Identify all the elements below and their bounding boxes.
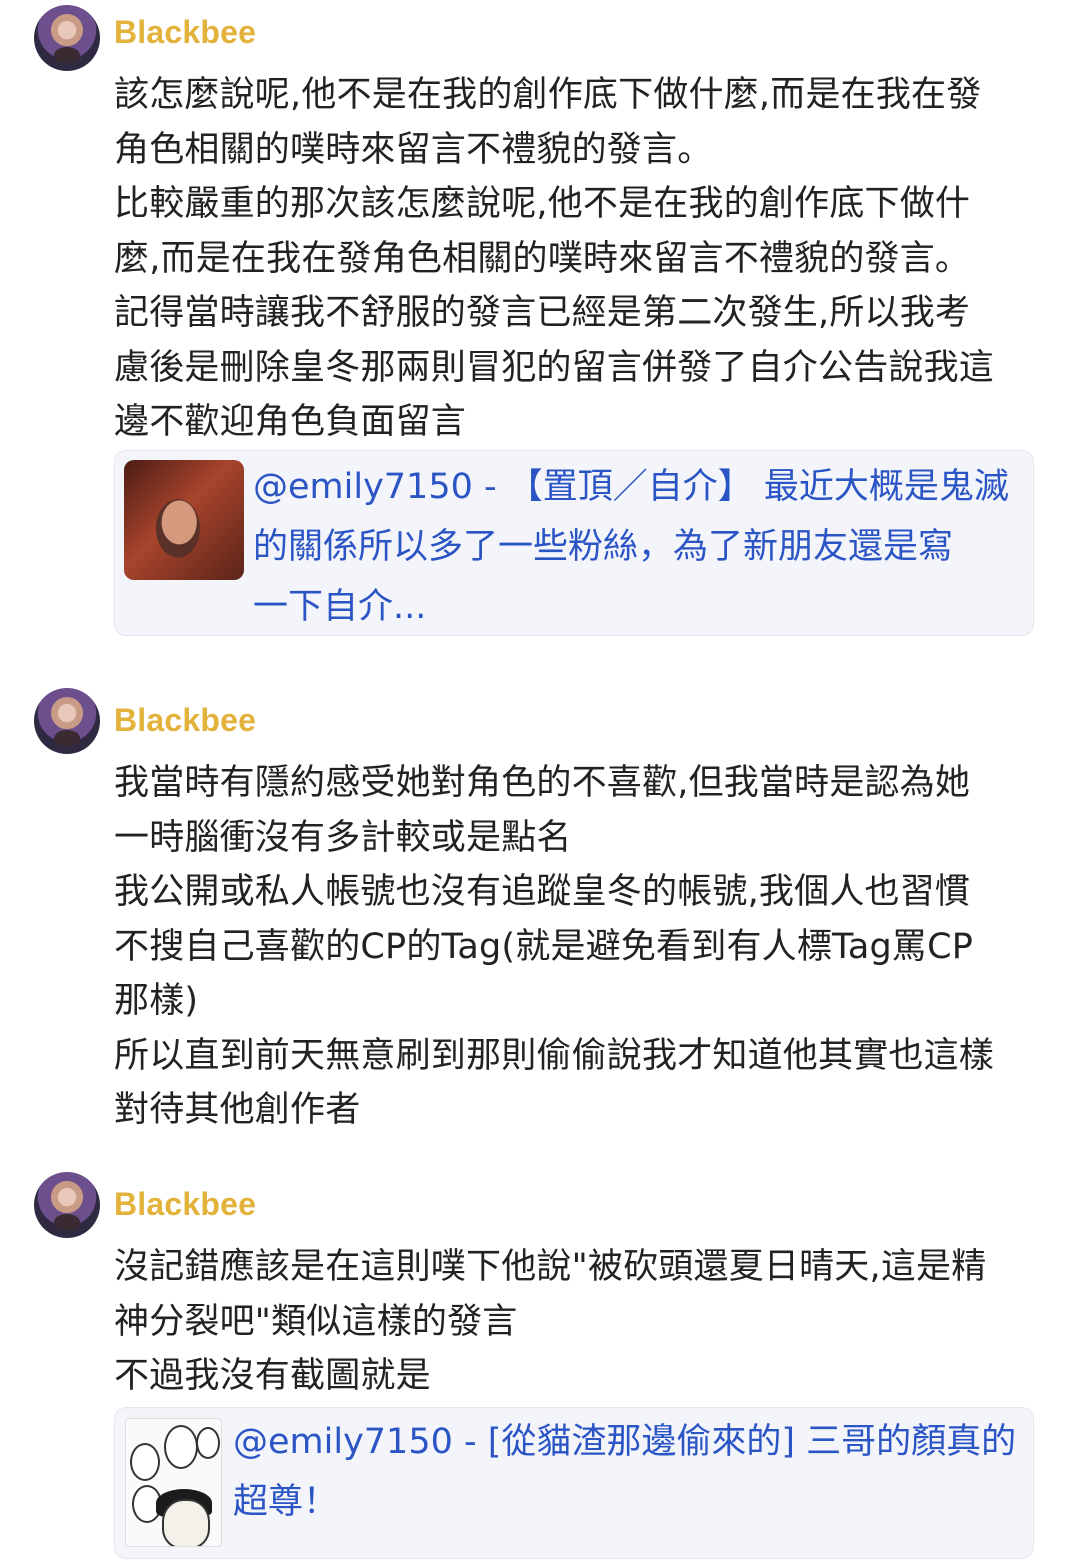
- message-line: 對待其他創作者: [114, 1090, 361, 1130]
- manga-thumbnail: [125, 1418, 222, 1547]
- message-line: 我當時有隱約感受她對角色的不喜歡,但我當時是認為她: [114, 763, 971, 803]
- message-line: 一時腦衝沒有多計較或是點名: [114, 817, 572, 858]
- message-line: 不搜自己喜歡的CP的Tag(就是避免看到有人標Tag罵CP: [114, 926, 974, 967]
- quote-line: @emily7150 - [從貓渣那邊偷來的] 三哥的顏真的: [233, 1422, 1017, 1462]
- message-line: 麼,而是在我在發角色相關的噗時來留言不禮貌的發言。: [114, 238, 971, 279]
- quote-line: 一下自介...: [253, 587, 427, 627]
- message-line: 記得當時讓我不舒服的發言已經是第二次發生,所以我考: [114, 293, 971, 333]
- message-line: 慮後是刪除皇冬那兩則冒犯的留言併發了自介公告說我這: [114, 347, 995, 388]
- message-line: 我公開或私人帳號也沒有追蹤皇冬的帳號,我個人也習慣: [114, 872, 971, 912]
- quote-line: 的關係所以多了一些粉絲，為了新朋友還是寫: [253, 527, 954, 567]
- avatar[interactable]: [34, 1172, 100, 1238]
- message-line: 所以直到前天無意刷到那則偷偷說我才知道他其實也這樣: [114, 1035, 995, 1076]
- message-line: 比較嚴重的那次該怎麼說呢,他不是在我的創作底下做什: [114, 184, 971, 224]
- photo-thumbnail: [124, 460, 244, 580]
- quote-line: 超尊！: [233, 1482, 339, 1522]
- username[interactable]: Blackbee: [114, 1186, 256, 1223]
- quote-line: @emily7150 - 【置頂／自介】 最近大概是鬼滅: [253, 467, 1009, 507]
- avatar[interactable]: [34, 5, 100, 71]
- quoted-plurk-card[interactable]: @emily7150 - 【置頂／自介】 最近大概是鬼滅 的關係所以多了一些粉絲…: [114, 450, 1034, 636]
- avatar[interactable]: [34, 688, 100, 754]
- message-line: 那樣): [114, 981, 199, 1021]
- message-line: 沒記錯應該是在這則噗下他說"被砍頭還夏日晴天,這是精: [114, 1247, 987, 1287]
- username[interactable]: Blackbee: [114, 702, 256, 739]
- post-message: 沒記錯應該是在這則噗下他說"被砍頭還夏日晴天,這是精 神分裂吧"類似這樣的發言 …: [114, 1240, 1054, 1404]
- quoted-plurk-card[interactable]: @emily7150 - [從貓渣那邊偷來的] 三哥的顏真的 超尊！: [114, 1407, 1034, 1559]
- username[interactable]: Blackbee: [114, 14, 256, 51]
- message-line: 神分裂吧"類似這樣的發言: [114, 1301, 518, 1342]
- message-line: 該怎麼說呢,他不是在我的創作底下做什麼,而是在我在發: [114, 75, 982, 115]
- message-line: 角色相關的噗時來留言不禮貌的發言。: [114, 129, 713, 170]
- message-line: 不過我沒有截圖就是: [114, 1356, 431, 1396]
- message-line: 邊不歡迎角色負面留言: [114, 402, 467, 442]
- quoted-plurk-text[interactable]: @emily7150 - 【置頂／自介】 最近大概是鬼滅 的關係所以多了一些粉絲…: [253, 457, 1009, 637]
- quoted-plurk-text[interactable]: @emily7150 - [從貓渣那邊偷來的] 三哥的顏真的 超尊！: [233, 1412, 1016, 1532]
- post-message: 該怎麼說呢,他不是在我的創作底下做什麼,而是在我在發 角色相關的噗時來留言不禮貌…: [114, 68, 1054, 450]
- post-message: 我當時有隱約感受她對角色的不喜歡,但我當時是認為她 一時腦衝沒有多計較或是點名 …: [114, 756, 1054, 1138]
